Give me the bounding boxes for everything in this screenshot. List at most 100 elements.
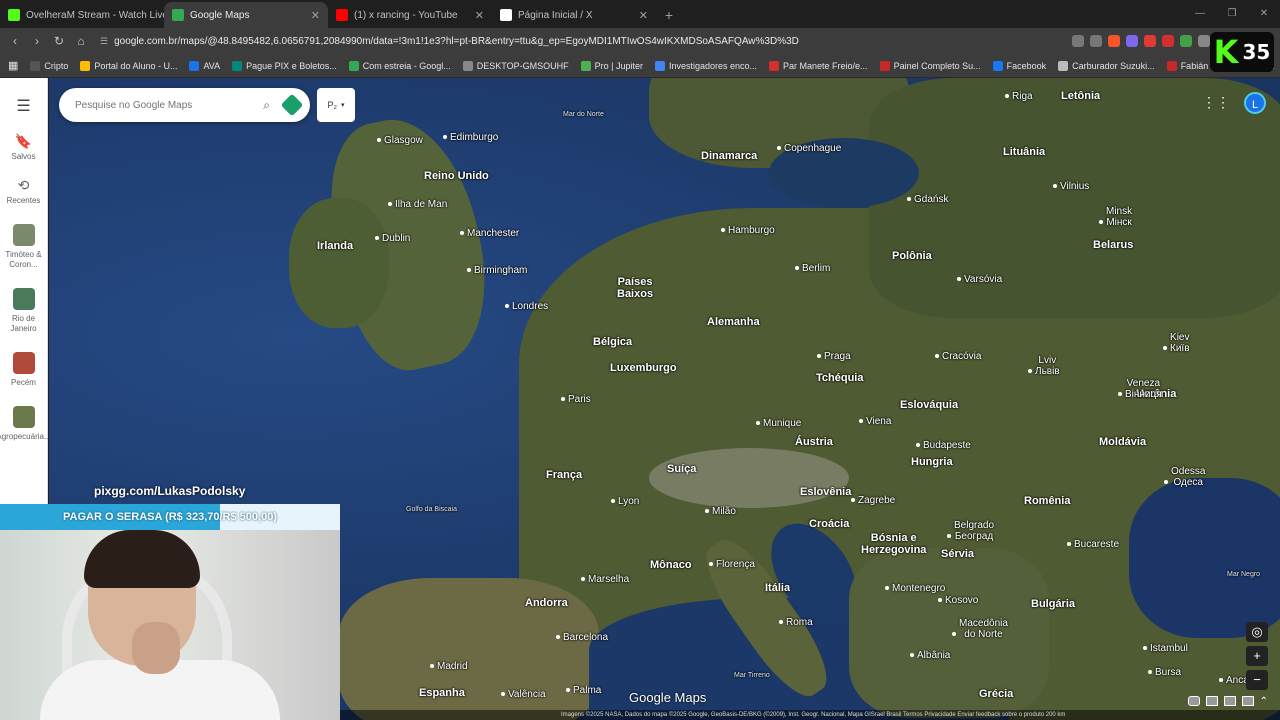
close-tab-icon[interactable]: ✕ bbox=[639, 9, 648, 22]
bookmark-item[interactable]: Portal do Aluno - U... bbox=[80, 60, 177, 71]
share-icon[interactable] bbox=[1090, 35, 1102, 47]
browser-tab[interactable]: (1) x rancing - YouTube ✕ bbox=[328, 2, 492, 28]
bookmark-item[interactable]: Painel Completo Su... bbox=[879, 60, 981, 71]
city-label[interactable]: Gdańsk bbox=[907, 194, 948, 205]
zoom-out-button[interactable]: − bbox=[1246, 670, 1268, 690]
forward-icon[interactable]: › bbox=[28, 32, 46, 50]
city-label[interactable]: Odessa Одеса bbox=[1164, 466, 1205, 488]
close-window-icon[interactable]: ✕ bbox=[1248, 0, 1280, 28]
city-label[interactable]: Bucareste bbox=[1067, 539, 1119, 550]
bookmark-item[interactable]: Carburador Suzuki... bbox=[1058, 60, 1155, 71]
country-label[interactable]: Sérvia bbox=[941, 548, 974, 560]
rail-recent[interactable]: ⟲ Recentes bbox=[7, 178, 41, 206]
country-label[interactable]: Países Baixos bbox=[617, 276, 653, 300]
search-input[interactable]: Pesquise no Google Maps bbox=[75, 100, 192, 111]
country-label[interactable]: Mônaco bbox=[650, 559, 692, 571]
bookmark-item[interactable]: Pague PIX e Boletos... bbox=[232, 60, 337, 71]
bookmark-item[interactable]: Investigadores enco... bbox=[654, 60, 757, 71]
rail-saved[interactable]: 🔖 Salvos bbox=[11, 134, 35, 162]
pegman-icon[interactable] bbox=[1187, 696, 1200, 706]
city-label[interactable]: Cracóvia bbox=[935, 351, 981, 362]
country-label[interactable]: Espanha bbox=[419, 687, 465, 699]
city-label[interactable]: Lviv Львів bbox=[1028, 355, 1060, 377]
city-label[interactable]: Palma bbox=[566, 685, 601, 696]
city-label[interactable]: Manchester bbox=[460, 228, 519, 239]
apps-icon[interactable]: ▦ bbox=[8, 59, 18, 72]
bookmark-item[interactable]: AVA bbox=[189, 60, 220, 71]
city-label[interactable]: Hamburgo bbox=[721, 225, 775, 236]
city-label[interactable]: Zagrebe bbox=[851, 495, 895, 506]
browser-tab[interactable]: Google Maps ✕ bbox=[164, 2, 328, 28]
city-label[interactable]: Kiev Київ bbox=[1163, 332, 1190, 354]
city-label[interactable]: Riga bbox=[1005, 91, 1033, 102]
city-label[interactable]: Florença bbox=[709, 559, 755, 570]
city-label[interactable]: Lyon bbox=[611, 496, 639, 507]
bookmark-item[interactable]: Cripto bbox=[30, 60, 68, 71]
city-label[interactable]: Belgrado Београд bbox=[947, 520, 994, 542]
sea-label[interactable]: Mar Negro bbox=[1227, 571, 1260, 578]
city-label[interactable]: Copenhague bbox=[777, 143, 841, 154]
city-label[interactable]: Budapeste bbox=[916, 440, 971, 451]
sea-label[interactable]: Mar do Norte bbox=[563, 111, 604, 118]
rail-place[interactable]: Timóteo & Coron... bbox=[0, 224, 47, 270]
country-label[interactable]: Eslovênia bbox=[800, 486, 851, 498]
country-label[interactable]: Letônia bbox=[1061, 90, 1100, 102]
close-tab-icon[interactable]: ✕ bbox=[475, 9, 484, 22]
avatar[interactable]: L bbox=[1244, 92, 1266, 114]
bookmark-item[interactable]: Com estreia - Googl... bbox=[348, 60, 451, 71]
zoom-in-button[interactable]: + bbox=[1246, 646, 1268, 666]
brave-icon[interactable] bbox=[1108, 35, 1120, 47]
country-label[interactable]: Alemanha bbox=[707, 316, 760, 328]
country-label[interactable]: Dinamarca bbox=[701, 150, 757, 162]
country-label[interactable]: Andorra bbox=[525, 597, 568, 609]
browser-tab[interactable]: Página Inicial / X ✕ bbox=[492, 2, 656, 28]
bookmark-item[interactable]: Pro | Jupiter bbox=[580, 60, 643, 71]
expand-icon[interactable]: ⌃ bbox=[1260, 696, 1268, 707]
site-info-icon[interactable]: ☰ bbox=[100, 36, 108, 47]
city-label[interactable]: Glasgow bbox=[377, 135, 423, 146]
city-label[interactable]: Praga bbox=[817, 351, 851, 362]
city-label[interactable]: Valência bbox=[501, 689, 546, 700]
city-label[interactable]: Dublin bbox=[375, 233, 410, 244]
country-label[interactable]: Lituânia bbox=[1003, 146, 1045, 158]
city-label[interactable]: Macedônia do Norte bbox=[952, 618, 1008, 640]
google-apps-icon[interactable]: ⋮⋮ bbox=[1202, 94, 1230, 111]
country-label[interactable]: Itália bbox=[765, 582, 790, 594]
country-label[interactable]: Reino Unido bbox=[424, 170, 489, 182]
puzzle-icon[interactable] bbox=[1198, 35, 1210, 47]
city-label[interactable]: Birmingham bbox=[467, 265, 527, 276]
my-location-icon[interactable]: ◎ bbox=[1246, 622, 1268, 642]
search-icon[interactable]: ⌕ bbox=[263, 98, 270, 113]
country-label[interactable]: Grécia bbox=[979, 688, 1013, 700]
reload-icon[interactable]: ↻ bbox=[50, 32, 68, 50]
city-label[interactable]: Barcelona bbox=[556, 632, 608, 643]
new-tab-icon[interactable]: + bbox=[656, 2, 682, 28]
city-label[interactable]: Munique bbox=[756, 418, 801, 429]
country-label[interactable]: Croácia bbox=[809, 518, 849, 530]
menu-icon[interactable]: ☰ bbox=[16, 96, 30, 116]
layer-icon[interactable] bbox=[1223, 696, 1236, 706]
rail-place[interactable]: Pecém bbox=[11, 352, 36, 388]
extension-icon[interactable] bbox=[1126, 35, 1138, 47]
country-label[interactable]: Polônia bbox=[892, 250, 932, 262]
restore-icon[interactable]: ❐ bbox=[1216, 0, 1248, 28]
country-label[interactable]: Belarus bbox=[1093, 239, 1133, 251]
country-label[interactable]: Bulgária bbox=[1031, 598, 1075, 610]
city-label[interactable]: Bursa bbox=[1148, 667, 1181, 678]
country-label[interactable]: Hungria bbox=[911, 456, 953, 468]
city-label[interactable]: Paris bbox=[561, 394, 591, 405]
sea-label[interactable]: Mar Tirreno bbox=[734, 672, 770, 679]
extension-icon[interactable] bbox=[1180, 35, 1192, 47]
country-label[interactable]: Áustria bbox=[795, 436, 833, 448]
city-label[interactable]: Varsóvia bbox=[957, 274, 1002, 285]
city-label[interactable]: Berlim bbox=[795, 263, 830, 274]
country-label[interactable]: Eslováquia bbox=[900, 399, 958, 411]
city-label[interactable]: Minsk Мінск bbox=[1099, 206, 1132, 228]
city-label[interactable]: Istambul bbox=[1143, 643, 1188, 654]
country-label[interactable]: Tchéquia bbox=[816, 372, 863, 384]
bookmark-icon[interactable]: ⌂ bbox=[72, 32, 90, 50]
back-icon[interactable]: ‹ bbox=[6, 32, 24, 50]
city-label[interactable]: Edimburgo bbox=[443, 132, 498, 143]
city-label[interactable]: Veneza Вінниця bbox=[1118, 378, 1162, 400]
bookmark-item[interactable]: DESKTOP-GMSOUHF bbox=[462, 60, 569, 71]
